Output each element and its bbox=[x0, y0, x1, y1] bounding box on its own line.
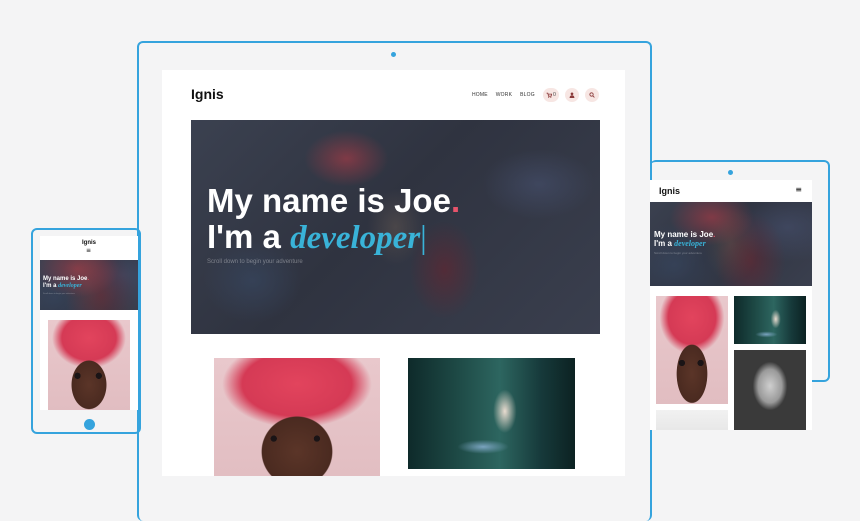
tablet-hero-role-prefix: I'm a bbox=[654, 239, 675, 248]
tablet-hero-line-1: My name is Joe. bbox=[654, 230, 715, 239]
hero-subtitle: Scroll down to begin your adventure bbox=[207, 259, 303, 265]
site-logo[interactable]: Ignis bbox=[191, 86, 224, 102]
phone-screen: Ignis ≡ My name is Joe. I'm a developer … bbox=[40, 236, 138, 410]
nav-link-blog[interactable]: BLOG bbox=[520, 92, 535, 98]
tablet-site-logo[interactable]: Ignis bbox=[659, 186, 680, 196]
phone-hero-role-text: developer bbox=[58, 283, 82, 289]
hero-heading-line-1: My name is Joe. bbox=[207, 182, 460, 220]
phone-hero-line-1: My name is Joe. bbox=[43, 276, 89, 282]
hero-banner: My name is Joe. I'm a developer| Scroll … bbox=[191, 120, 600, 334]
account-button[interactable] bbox=[565, 88, 579, 102]
cart-button[interactable]: 0 bbox=[542, 88, 559, 102]
phone-hamburger-icon[interactable]: ≡ bbox=[86, 248, 91, 254]
desktop-camera-dot bbox=[391, 52, 396, 57]
tablet-hero-role-text: developer bbox=[674, 239, 706, 248]
user-icon bbox=[569, 92, 575, 98]
nav-link-home[interactable]: HOME bbox=[472, 92, 488, 98]
tablet-hero-banner: My name is Joe. I'm a developer Scroll d… bbox=[650, 202, 812, 286]
portfolio-photo-red-hair[interactable] bbox=[214, 358, 380, 476]
hero-period: . bbox=[450, 182, 461, 219]
desktop-screen: Ignis HOME WORK BLOG 0 My name is Joe. I… bbox=[162, 70, 625, 476]
hero-role-prefix: I'm a bbox=[207, 218, 291, 255]
hero-name-text: My name is Joe bbox=[207, 182, 451, 219]
main-navigation: HOME WORK BLOG 0 bbox=[472, 88, 599, 102]
hero-role-text: developer bbox=[290, 220, 421, 256]
tablet-photo-light[interactable] bbox=[656, 410, 728, 430]
cart-count: 0 bbox=[552, 92, 556, 98]
tablet-photo-portrait-man[interactable] bbox=[734, 350, 806, 430]
cart-icon bbox=[546, 92, 552, 98]
nav-link-work[interactable]: WORK bbox=[496, 92, 512, 98]
tablet-photo-red-hair[interactable] bbox=[656, 296, 728, 404]
search-button[interactable] bbox=[585, 88, 599, 102]
phone-hero-role-prefix: I'm a bbox=[43, 283, 59, 289]
tablet-hero-period: . bbox=[713, 230, 716, 239]
typing-cursor: | bbox=[420, 220, 427, 256]
phone-site-logo[interactable]: Ignis bbox=[40, 240, 138, 246]
phone-hero-name-text: My name is Joe bbox=[43, 276, 88, 282]
portfolio-photo-forest[interactable] bbox=[408, 358, 575, 469]
phone-hero-period: . bbox=[87, 276, 90, 282]
tablet-photo-forest[interactable] bbox=[734, 296, 806, 344]
phone-hero-line-2: I'm a developer bbox=[43, 283, 82, 289]
hamburger-icon[interactable]: ≡ bbox=[795, 186, 802, 194]
phone-home-button bbox=[84, 419, 95, 430]
phone-hero-banner: My name is Joe. I'm a developer Scroll d… bbox=[40, 260, 138, 310]
phone-hero-subtitle: Scroll down to begin your adventure bbox=[43, 293, 75, 295]
phone-photo-red-hair[interactable] bbox=[48, 320, 130, 410]
tablet-hero-subtitle: Scroll down to begin your adventure bbox=[654, 251, 702, 255]
tablet-camera-dot bbox=[728, 170, 733, 175]
search-icon bbox=[589, 92, 595, 98]
hero-heading-line-2: I'm a developer| bbox=[207, 218, 427, 257]
tablet-screen: Ignis ≡ My name is Joe. I'm a developer … bbox=[650, 180, 812, 430]
tablet-hero-line-2: I'm a developer bbox=[654, 239, 706, 248]
tablet-hero-name-text: My name is Joe bbox=[654, 230, 714, 239]
